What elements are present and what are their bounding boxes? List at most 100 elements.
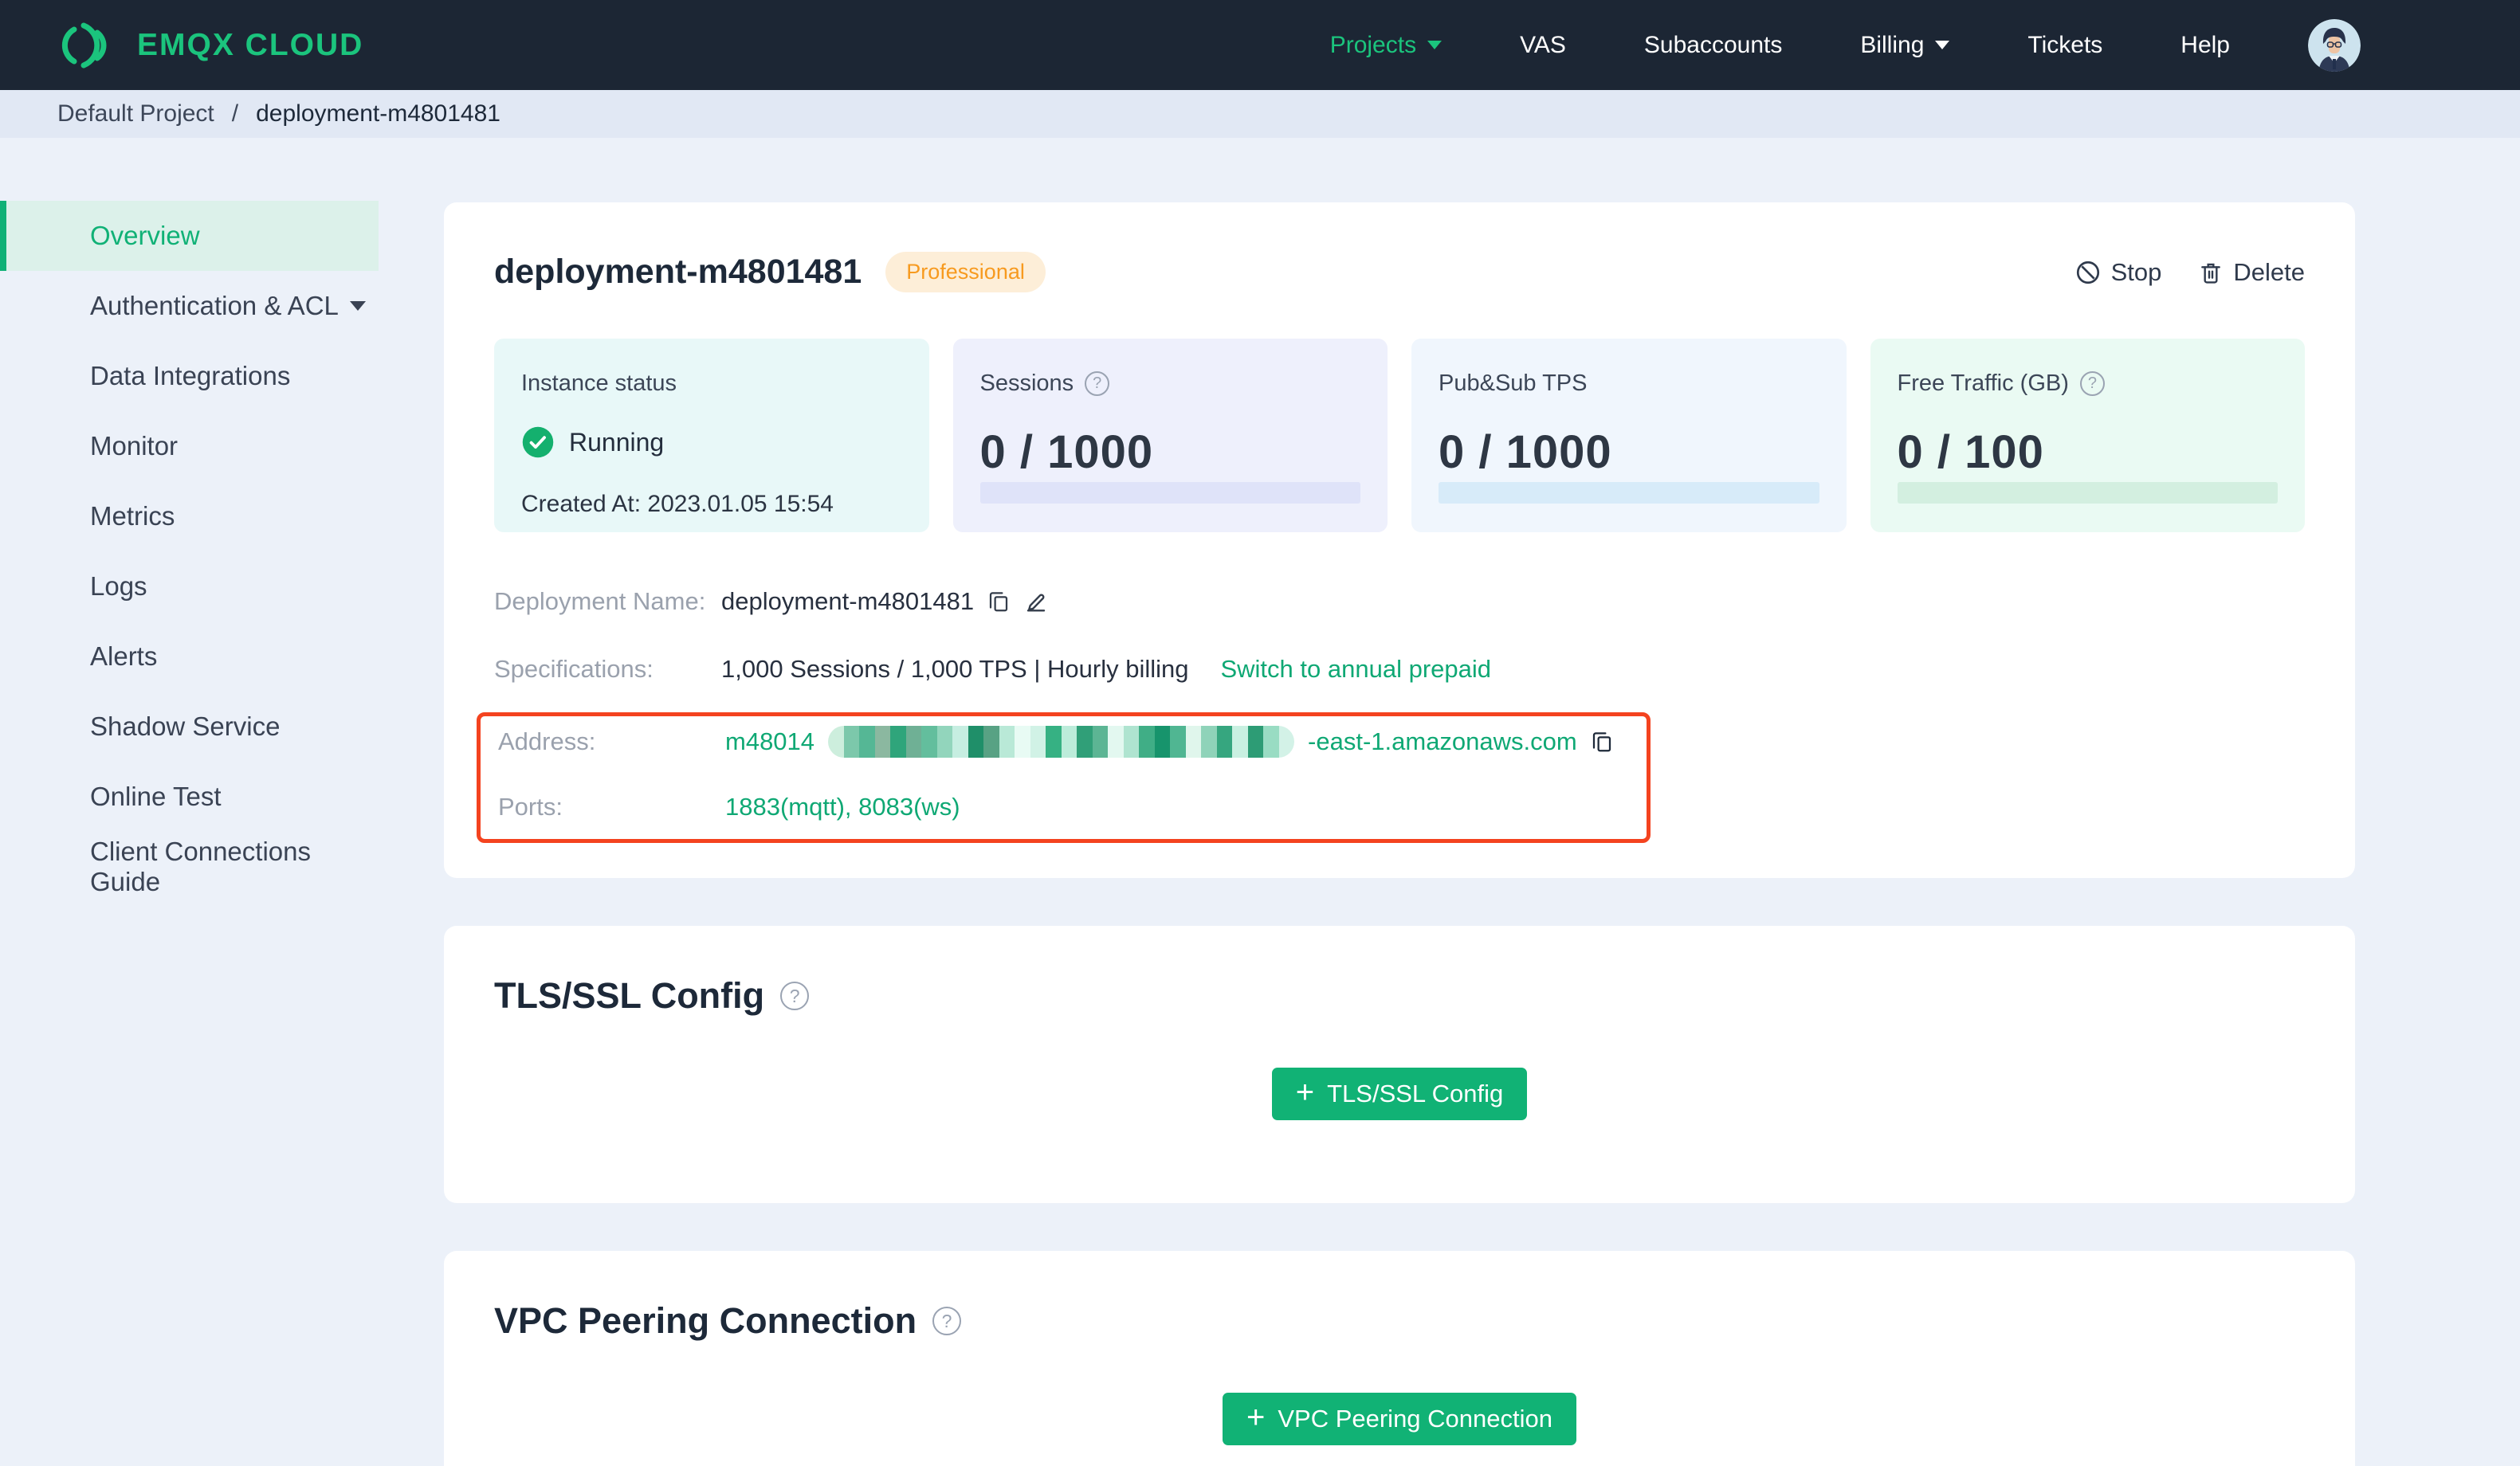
- address-highlight-box: Address: m48014 -east-1.amazonaws.com Po…: [477, 712, 1651, 843]
- created-at-text: Created At: 2023.01.05 15:54: [521, 491, 834, 517]
- copy-icon: [989, 592, 1008, 612]
- address-label: Address:: [498, 727, 596, 755]
- ports-value: 1883(mqtt), 8083(ws): [725, 793, 960, 821]
- breadcrumb-current: deployment-m4801481: [256, 100, 500, 127]
- sidebar-monitor-label: Monitor: [90, 431, 179, 461]
- free-traffic-label-row: Free Traffic (GB) ?: [1898, 370, 2279, 397]
- stats-row: Instance status Running Created At: 2023…: [494, 339, 2305, 532]
- sidebar-item-logs[interactable]: Logs: [0, 551, 379, 621]
- deployment-details: Deployment Name: deployment-m4801481 Spe…: [477, 584, 2305, 843]
- deployment-header: deployment-m4801481 Professional Stop De…: [494, 252, 2305, 292]
- sessions-label-row: Sessions ?: [980, 370, 1361, 397]
- copy-icon: [1592, 732, 1611, 752]
- nav-billing-label: Billing: [1860, 31, 1925, 58]
- edit-name-button[interactable]: [1023, 588, 1049, 615]
- free-traffic-progress-bar: [1897, 482, 2278, 504]
- delete-button[interactable]: Delete: [2198, 258, 2305, 287]
- help-icon[interactable]: ?: [932, 1307, 962, 1335]
- address-mask: [828, 726, 1295, 758]
- address-row: Address: m48014 -east-1.amazonaws.com: [498, 724, 1629, 759]
- nav-item-vas[interactable]: VAS: [1520, 32, 1566, 59]
- sidebar-item-monitor[interactable]: Monitor: [0, 411, 379, 481]
- sidebar-item-metrics[interactable]: Metrics: [0, 481, 379, 551]
- trash-icon: [2201, 263, 2221, 284]
- instance-status-card: Instance status Running Created At: 2023…: [494, 339, 929, 532]
- nav-subaccounts-label: Subaccounts: [1643, 31, 1783, 58]
- pubsub-tps-card: Pub&Sub TPS 0 / 1000: [1411, 339, 1847, 532]
- ban-icon: [2076, 261, 2099, 284]
- deployment-name-value-group: deployment-m4801481: [721, 587, 1049, 616]
- deployment-title: deployment-m4801481: [494, 253, 862, 291]
- specifications-value-group: 1,000 Sessions / 1,000 TPS | Hourly bill…: [721, 655, 1491, 684]
- brand-logo[interactable]: EMQX CLOUD: [57, 22, 363, 69]
- stop-button-label: Stop: [2110, 257, 2162, 286]
- nav-item-tickets[interactable]: Tickets: [2027, 32, 2102, 59]
- pubsub-tps-value: 0 / 1000: [1439, 426, 1612, 478]
- top-nav: Projects VAS Subaccounts Billing Tickets…: [1330, 18, 2361, 72]
- nav-item-help[interactable]: Help: [2180, 32, 2230, 59]
- sidebar-client-connections-guide-label: Client Connections Guide: [90, 837, 311, 896]
- user-avatar[interactable]: [2308, 18, 2361, 72]
- sidebar-shadow-service-label: Shadow Service: [90, 711, 281, 741]
- help-icon[interactable]: ?: [780, 982, 810, 1010]
- sidebar-item-authentication-acl[interactable]: Authentication & ACL: [0, 271, 379, 341]
- delete-button-label: Delete: [2233, 257, 2305, 286]
- tls-ssl-title: TLS/SSL Config: [494, 975, 765, 1016]
- switch-annual-prepaid-link[interactable]: Switch to annual prepaid: [1220, 655, 1491, 684]
- check-circle-icon: [522, 426, 554, 458]
- deployment-actions: Stop Delete: [2074, 258, 2305, 287]
- free-traffic-label: Free Traffic (GB): [1897, 370, 2069, 396]
- edit-pencil-icon: [1026, 594, 1046, 612]
- add-vpc-peering-button[interactable]: + VPC Peering Connection: [1222, 1393, 1576, 1445]
- address-prefix: m48014: [725, 727, 815, 755]
- nav-tickets-label: Tickets: [2027, 31, 2103, 58]
- nav-item-subaccounts[interactable]: Subaccounts: [1644, 32, 1782, 59]
- specifications-label: Specifications:: [494, 655, 654, 683]
- pubsub-tps-label-row: Pub&Sub TPS: [1439, 370, 1819, 397]
- breadcrumb-separator: /: [231, 100, 239, 127]
- chevron-down-icon: [350, 301, 366, 311]
- help-icon[interactable]: ?: [1085, 371, 1110, 396]
- pubsub-tps-progress-bar: [1439, 482, 1819, 504]
- sidebar-logs-label: Logs: [90, 571, 147, 601]
- nav-item-billing[interactable]: Billing: [1860, 31, 1950, 59]
- sessions-card: Sessions ? 0 / 1000: [952, 339, 1388, 532]
- ports-row: Ports: 1883(mqtt), 8083(ws): [498, 790, 1629, 825]
- plan-badge: Professional: [885, 252, 1046, 292]
- sidebar-data-integrations-label: Data Integrations: [90, 361, 291, 390]
- deployment-name-value: deployment-m4801481: [721, 587, 975, 615]
- emqx-logo-icon: [61, 22, 107, 68]
- breadcrumb-project-link[interactable]: Default Project: [57, 100, 214, 127]
- vpc-peering-title: VPC Peering Connection: [494, 1300, 917, 1341]
- vpc-peering-title-row: VPC Peering Connection ?: [494, 1300, 2305, 1342]
- sidebar-item-client-connections-guide[interactable]: Client Connections Guide: [0, 832, 379, 902]
- tls-ssl-card: TLS/SSL Config ? + TLS/SSL Config: [444, 926, 2355, 1203]
- help-icon[interactable]: ?: [2079, 371, 2105, 396]
- stop-button[interactable]: Stop: [2074, 257, 2162, 287]
- sidebar-alerts-label: Alerts: [90, 641, 158, 671]
- breadcrumb: Default Project / deployment-m4801481: [0, 90, 2520, 138]
- top-navbar: EMQX CLOUD Projects VAS Subaccounts Bill…: [0, 0, 2520, 90]
- nav-item-projects[interactable]: Projects: [1330, 32, 1443, 59]
- copy-name-button[interactable]: [987, 588, 1011, 615]
- deployment-overview-card: deployment-m4801481 Professional Stop De…: [444, 202, 2355, 878]
- sidebar-item-alerts[interactable]: Alerts: [0, 621, 379, 692]
- vpc-peering-card: VPC Peering Connection ? + VPC Peering C…: [444, 1251, 2355, 1466]
- add-tls-ssl-config-button[interactable]: + TLS/SSL Config: [1271, 1068, 1528, 1120]
- main-content: deployment-m4801481 Professional Stop De…: [379, 138, 2520, 1466]
- sidebar-authentication-acl-label: Authentication & ACL: [90, 291, 339, 320]
- free-traffic-value: 0 / 100: [1897, 426, 2044, 478]
- deployment-name-row: Deployment Name: deployment-m4801481: [494, 584, 2305, 619]
- sidebar-item-data-integrations[interactable]: Data Integrations: [0, 341, 379, 411]
- sidebar-item-overview[interactable]: Overview: [0, 201, 379, 271]
- brand-name: EMQX CLOUD: [137, 27, 364, 62]
- ports-label: Ports:: [498, 793, 563, 821]
- chevron-down-icon: [1935, 41, 1950, 49]
- avatar-illustration-icon: [2308, 18, 2361, 72]
- sidebar-item-online-test[interactable]: Online Test: [0, 762, 379, 832]
- instance-status-label: Instance status: [521, 370, 677, 396]
- copy-address-button[interactable]: [1590, 728, 1614, 755]
- sessions-progress-bar: [979, 482, 1360, 504]
- tls-ssl-title-row: TLS/SSL Config ?: [494, 975, 2305, 1017]
- sidebar-item-shadow-service[interactable]: Shadow Service: [0, 692, 379, 762]
